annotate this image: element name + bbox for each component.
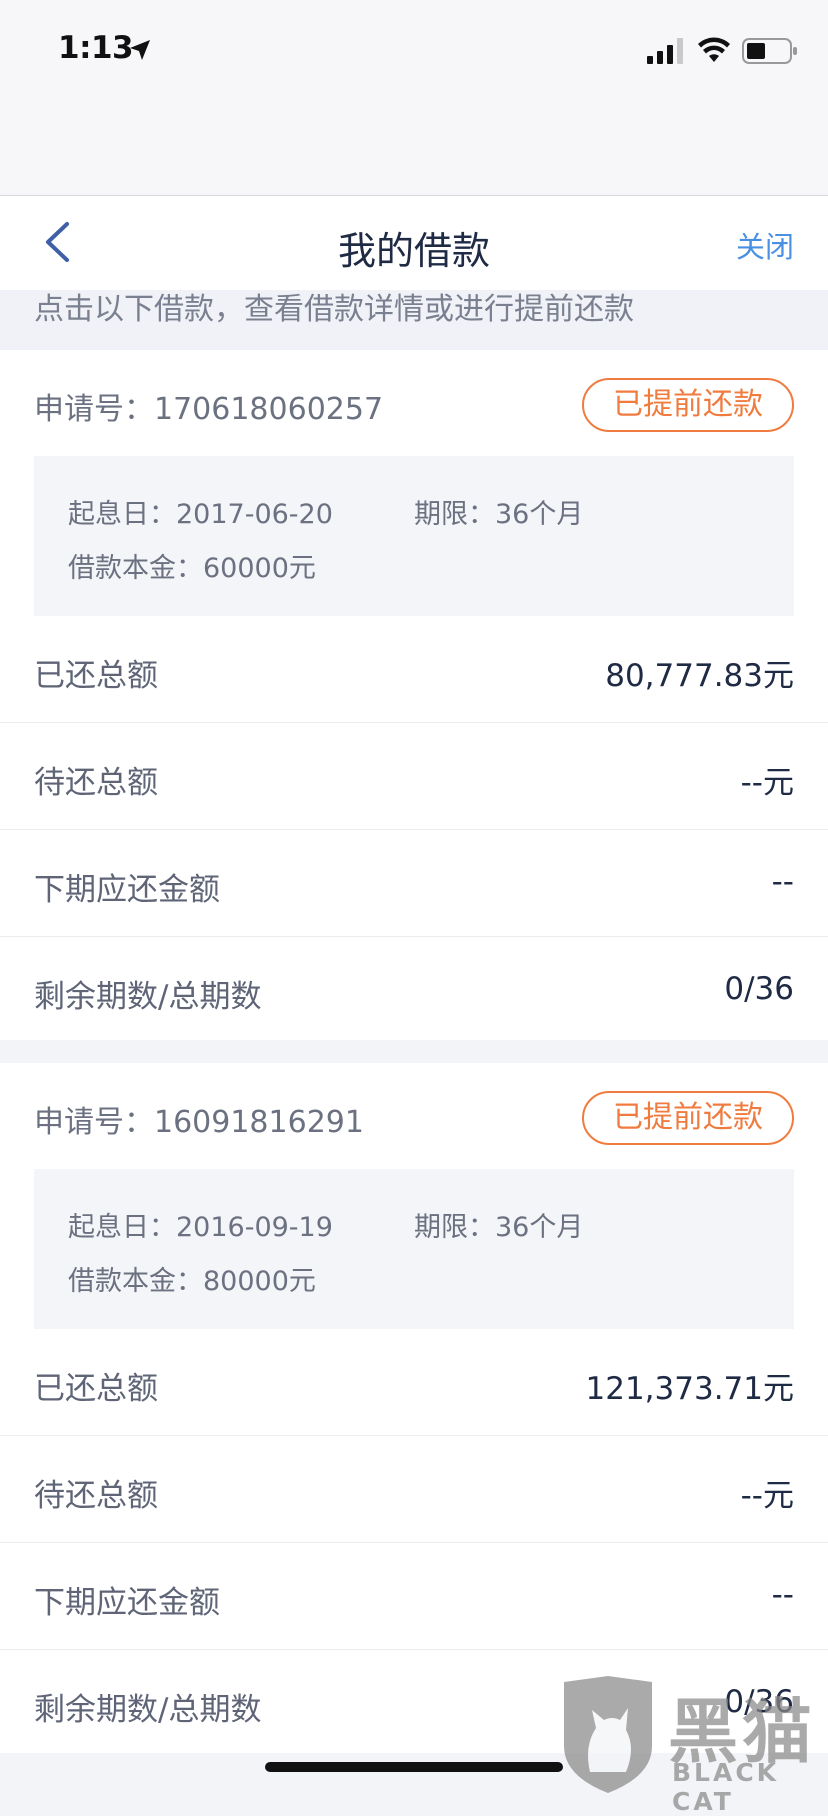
loan-principal: 借款本金：80000元 [68,1266,316,1297]
stat-value: 80,777.83元 [605,658,794,694]
status-time: 1:13 [58,30,134,66]
stat-label: 待还总额 [34,1478,158,1514]
application-number: 申请号：16091816291 [34,1105,364,1140]
stat-row-next-payment: 下期应还金额 -- [0,830,828,937]
loan-card[interactable]: 申请号：16091816291 已提前还款 起息日：2016-09-19 期限：… [0,1063,828,1753]
stat-row-repaid-total: 已还总额 80,777.83元 [0,616,828,723]
battery-icon [742,38,797,64]
loan-term: 期限：36个月 [414,1212,584,1243]
loan-info-box: 起息日：2017-06-20 期限：36个月 借款本金：60000元 [34,456,794,616]
loan-term: 期限：36个月 [414,499,584,530]
stat-value: 0/36 [724,1684,794,1720]
watermark-subtext: BLACK CAT [672,1758,780,1816]
stat-label: 已还总额 [34,658,158,694]
loan-card-header: 申请号：16091816291 已提前还款 [0,1063,828,1169]
close-button[interactable]: 关闭 [736,224,794,266]
stat-row-next-payment: 下期应还金额 -- [0,1543,828,1650]
stat-row-periods: 剩余期数/总期数 0/36 [0,1650,828,1756]
stat-label: 下期应还金额 [34,1585,220,1621]
stat-value: --元 [740,765,794,801]
loan-principal: 借款本金：60000元 [68,553,316,584]
stat-label: 剩余期数/总期数 [34,979,262,1015]
stat-value: --元 [740,1478,794,1514]
status-bar: 1:13 [0,0,828,196]
status-badge: 已提前还款 [582,1091,794,1145]
start-date: 起息日：2017-06-20 [68,499,333,530]
stat-value: 0/36 [724,971,794,1007]
loan-card[interactable]: 申请号：170618060257 已提前还款 起息日：2017-06-20 期限… [0,350,828,1040]
application-number: 申请号：170618060257 [34,392,384,427]
location-arrow-icon [130,40,150,60]
loan-card-header: 申请号：170618060257 已提前还款 [0,350,828,456]
stat-row-pending-total: 待还总额 --元 [0,723,828,830]
stat-label: 下期应还金额 [34,872,220,908]
loan-info-box: 起息日：2016-09-19 期限：36个月 借款本金：80000元 [34,1169,794,1329]
wifi-icon [698,37,730,62]
stat-value: -- [771,1577,794,1613]
stat-value: -- [771,864,794,900]
home-indicator[interactable] [265,1762,563,1772]
start-date: 起息日：2016-09-19 [68,1212,333,1243]
stat-label: 剩余期数/总期数 [34,1692,262,1728]
hint-strip: 点击以下借款，查看借款详情或进行提前还款 [0,290,828,350]
stat-value: 121,373.71元 [585,1371,795,1407]
stat-row-repaid-total: 已还总额 121,373.71元 [0,1329,828,1436]
stat-label: 待还总额 [34,765,158,801]
stat-row-pending-total: 待还总额 --元 [0,1436,828,1543]
hint-text: 点击以下借款，查看借款详情或进行提前还款 [34,292,634,327]
nav-bar: 我的借款 关闭 [0,196,828,290]
stat-label: 已还总额 [34,1371,158,1407]
page-title: 我的借款 [337,229,490,273]
status-badge: 已提前还款 [582,378,794,432]
cellular-signal-icon [647,38,683,64]
stat-row-periods: 剩余期数/总期数 0/36 [0,937,828,1043]
